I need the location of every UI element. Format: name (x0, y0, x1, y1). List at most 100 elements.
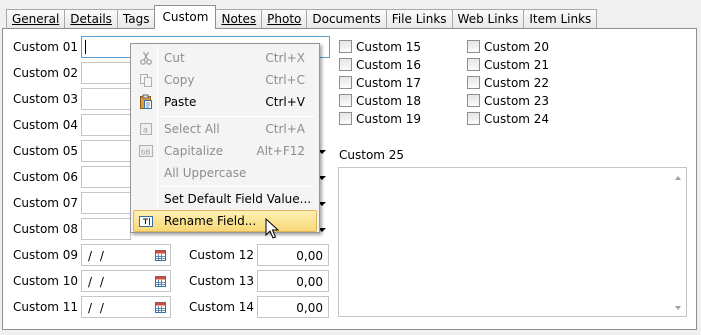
custom-06-label: Custom 06 (13, 170, 79, 184)
clipboard-icon (140, 94, 152, 109)
calendar-icon[interactable] (155, 302, 166, 313)
menu-item-cut[interactable]: Cut Ctrl+X (133, 47, 317, 69)
tab-general[interactable]: General (6, 9, 66, 29)
svg-text:a: a (143, 126, 148, 135)
custom-15-label: Custom 15 (356, 40, 422, 54)
menu-item-set-default-value[interactable]: Set Default Field Value... (133, 188, 317, 210)
custom-09-date[interactable]: / / (81, 244, 171, 266)
custom-08-label: Custom 08 (13, 222, 79, 236)
scroll-down-arrow-icon[interactable] (675, 306, 681, 310)
custom-01-label: Custom 01 (13, 40, 79, 54)
tab-file-links[interactable]: File Links (385, 9, 453, 29)
custom-09-label: Custom 09 (13, 248, 79, 262)
select-all-icon: a (140, 123, 152, 135)
custom-08-dropdown[interactable] (81, 218, 131, 240)
custom-17-label: Custom 17 (356, 76, 422, 90)
custom-16-checkbox[interactable] (339, 58, 352, 71)
custom-05-dropdown[interactable] (81, 140, 131, 162)
tab-photo[interactable]: Photo (261, 9, 308, 29)
custom-03-label: Custom 03 (13, 92, 79, 106)
date-value: / / (88, 301, 106, 315)
svg-text:bB: bB (141, 149, 150, 157)
custom-02-input[interactable] (81, 62, 131, 84)
custom-07-label: Custom 07 (13, 196, 79, 210)
tab-custom-label: Custom (162, 10, 209, 24)
menu-item-rename-field[interactable]: Rename Field... (133, 210, 317, 232)
tab-tags-label: Tags (122, 12, 150, 26)
custom-25-label: Custom 25 (339, 148, 405, 162)
tab-web-links-label: Web Links (457, 12, 519, 26)
custom-19-label: Custom 19 (356, 112, 422, 126)
custom-17-checkbox[interactable] (339, 76, 352, 89)
custom-18-label: Custom 18 (356, 94, 422, 108)
custom-23-label: Custom 23 (484, 94, 550, 108)
custom-10-date[interactable]: / / (81, 270, 171, 292)
text-caret (85, 40, 86, 54)
tab-file-links-label: File Links (391, 12, 447, 26)
custom-14-number[interactable]: 0,00 (257, 296, 329, 318)
rename-icon (139, 216, 153, 227)
custom-19-checkbox[interactable] (339, 112, 352, 125)
custom-13-label: Custom 13 (189, 274, 255, 288)
date-value: / / (88, 249, 106, 263)
menu-item-label: Cut (164, 51, 185, 65)
custom-11-date[interactable]: / / (81, 296, 171, 318)
menu-item-all-uppercase[interactable]: All Uppercase (133, 162, 317, 184)
tab-details-label: Details (70, 12, 112, 26)
custom-13-number[interactable]: 0,00 (257, 270, 329, 292)
menu-item-label: Paste (164, 95, 197, 109)
custom-21-checkbox[interactable] (467, 58, 480, 71)
menu-item-select-all[interactable]: a Select All Ctrl+A (133, 118, 317, 140)
custom-23-checkbox[interactable] (467, 94, 480, 107)
menu-item-label: Set Default Field Value... (164, 192, 312, 206)
menu-item-paste[interactable]: Paste Ctrl+V (133, 91, 317, 113)
custom-03-input[interactable] (81, 88, 131, 110)
menu-item-shortcut: Ctrl+C (265, 73, 305, 87)
custom-22-checkbox[interactable] (467, 76, 480, 89)
custom-12-number[interactable]: 0,00 (257, 244, 329, 266)
tab-documents[interactable]: Documents (306, 9, 387, 29)
custom-24-label: Custom 24 (484, 112, 550, 126)
custom-10-label: Custom 10 (13, 274, 79, 288)
calendar-icon[interactable] (155, 276, 166, 287)
menu-item-label: Copy (164, 73, 195, 87)
tab-tags[interactable]: Tags (116, 9, 156, 29)
custom-24-checkbox[interactable] (467, 112, 480, 125)
custom-11-label: Custom 11 (13, 300, 79, 314)
number-value: 0,00 (296, 301, 323, 315)
custom-21-label: Custom 21 (484, 58, 550, 72)
tab-item-links-label: Item Links (529, 12, 592, 26)
custom-07-dropdown[interactable] (81, 192, 131, 214)
menu-item-label: Select All (164, 122, 220, 136)
tab-details[interactable]: Details (64, 9, 118, 29)
menu-separator (161, 186, 315, 187)
calendar-icon[interactable] (155, 250, 166, 261)
tab-notes[interactable]: Notes (215, 9, 263, 29)
number-value: 0,00 (296, 275, 323, 289)
menu-item-capitalize[interactable]: bB Capitalize Alt+F12 (133, 140, 317, 162)
tab-documents-label: Documents (312, 12, 381, 26)
scroll-up-arrow-icon[interactable] (675, 176, 681, 180)
custom-25-memo[interactable] (338, 167, 687, 317)
copy-icon (140, 74, 152, 87)
tab-custom[interactable]: Custom (154, 5, 217, 29)
menu-item-shortcut: Ctrl+X (265, 51, 305, 65)
custom-05-label: Custom 05 (13, 144, 79, 158)
tab-strip: General Details Tags Custom Notes Photo … (6, 5, 598, 29)
custom-20-checkbox[interactable] (467, 40, 480, 53)
tab-notes-label: Notes (221, 12, 257, 26)
date-value: / / (88, 275, 106, 289)
custom-06-dropdown[interactable] (81, 166, 131, 188)
custom-16-label: Custom 16 (356, 58, 422, 72)
menu-item-copy[interactable]: Copy Ctrl+C (133, 69, 317, 91)
custom-15-checkbox[interactable] (339, 40, 352, 53)
menu-item-shortcut: Alt+F12 (256, 144, 305, 158)
tab-item-links[interactable]: Item Links (523, 9, 598, 29)
tab-web-links[interactable]: Web Links (451, 9, 525, 29)
custom-18-checkbox[interactable] (339, 94, 352, 107)
menu-item-label: Capitalize (164, 144, 224, 158)
tab-general-label: General (12, 12, 60, 26)
tab-photo-label: Photo (267, 12, 302, 26)
custom-04-input[interactable] (81, 114, 131, 136)
custom-04-label: Custom 04 (13, 118, 79, 132)
